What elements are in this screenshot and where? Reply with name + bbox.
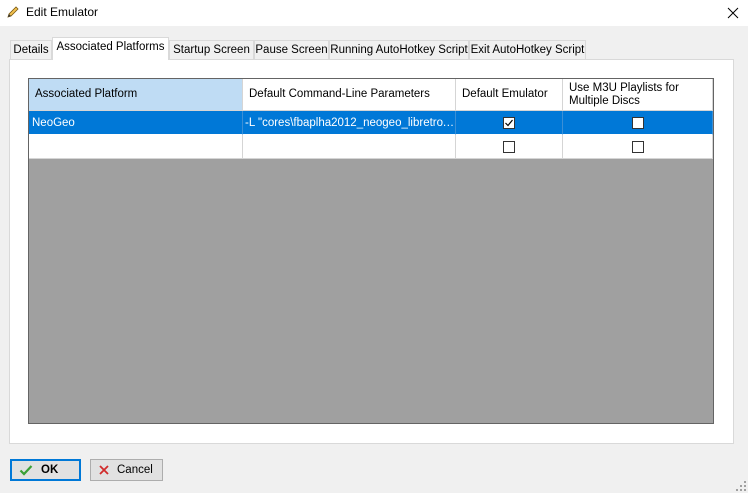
pencil-icon: [7, 6, 19, 18]
column-header-default-emulator[interactable]: Default Emulator: [456, 79, 563, 111]
column-header-associated-platform[interactable]: Associated Platform: [29, 79, 243, 111]
platforms-grid[interactable]: Associated Platform Default Command-Line…: [28, 78, 714, 424]
platform-cell[interactable]: NeoGeo: [29, 111, 243, 135]
checkmark-icon: [505, 119, 513, 126]
tab-pause-screen[interactable]: Pause Screen: [254, 40, 329, 59]
tab-associated-platforms[interactable]: Associated Platforms: [52, 37, 169, 60]
default-emulator-cell[interactable]: [456, 135, 563, 159]
ok-button[interactable]: OK: [10, 459, 81, 481]
cancel-button[interactable]: Cancel: [90, 459, 163, 481]
use-m3u-checkbox[interactable]: [631, 116, 644, 129]
platform-cell[interactable]: [29, 135, 243, 159]
checkmark-icon: [19, 465, 33, 476]
use-m3u-cell[interactable]: [563, 135, 713, 159]
title-bar: Edit Emulator: [0, 0, 748, 26]
tab-details[interactable]: Details: [10, 40, 52, 59]
close-button[interactable]: [718, 0, 748, 26]
resize-grip-icon[interactable]: [736, 481, 746, 491]
close-icon: [99, 465, 109, 475]
ok-label: OK: [41, 464, 59, 476]
column-header-use-m3u[interactable]: Use M3U Playlists for Multiple Discs: [563, 79, 713, 111]
tab-running-autohotkey-script[interactable]: Running AutoHotkey Script: [329, 40, 469, 59]
tab-exit-autohotkey-script[interactable]: Exit AutoHotkey Script: [469, 40, 586, 59]
tab-startup-screen[interactable]: Startup Screen: [169, 40, 254, 59]
params-cell[interactable]: -L "cores\fbaplha2012_neogeo_libretro.…: [243, 111, 456, 135]
cancel-label: Cancel: [117, 464, 153, 476]
use-m3u-cell[interactable]: [563, 111, 713, 135]
default-emulator-checkbox[interactable]: [503, 140, 515, 153]
default-emulator-cell[interactable]: [456, 111, 563, 135]
use-m3u-checkbox[interactable]: [631, 140, 644, 153]
column-header-command-line[interactable]: Default Command-Line Parameters: [243, 79, 456, 111]
window-title: Edit Emulator: [26, 5, 99, 19]
close-icon: [727, 7, 739, 19]
default-emulator-checkbox[interactable]: [503, 116, 515, 129]
params-cell[interactable]: [243, 135, 456, 159]
